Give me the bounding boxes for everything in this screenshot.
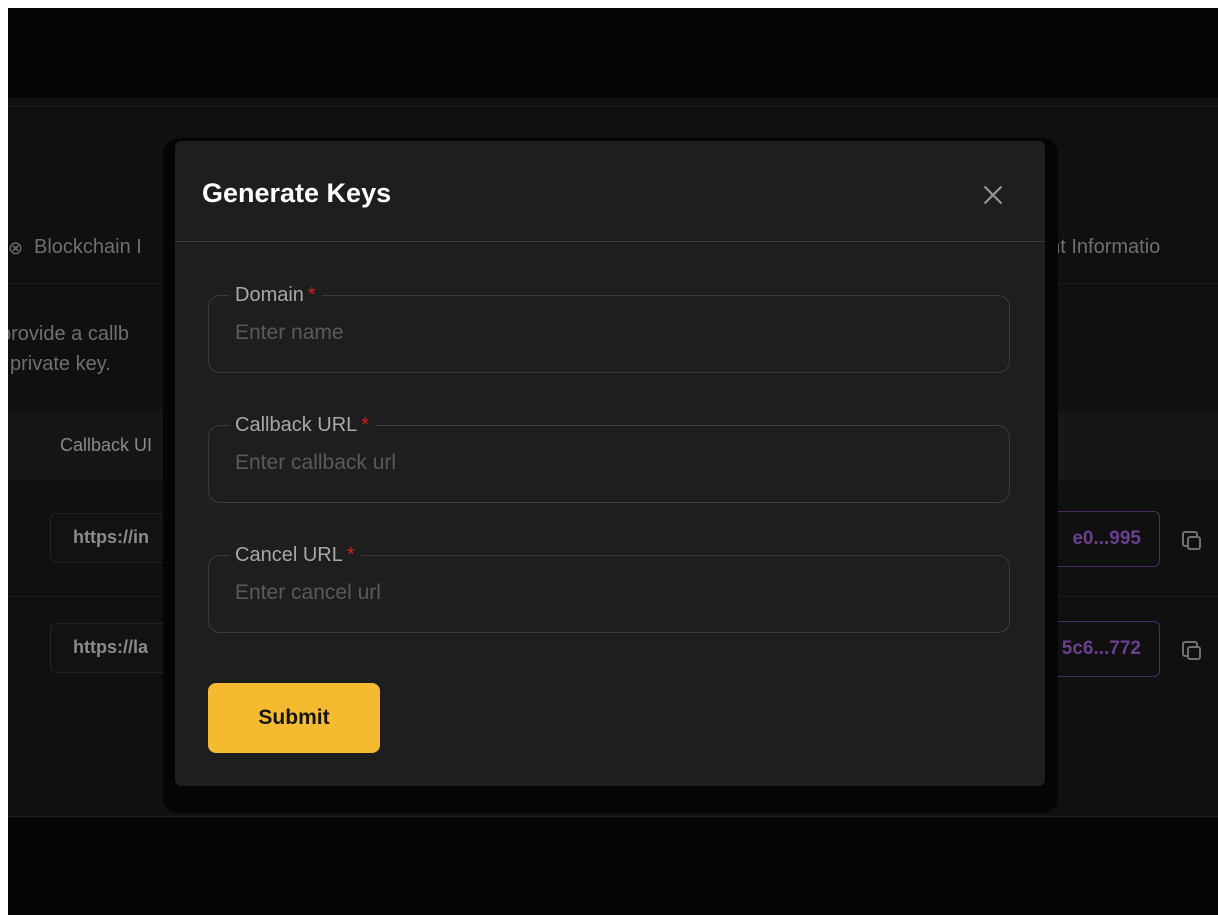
table-header-callback: Callback UI [60, 435, 153, 455]
row-url-text: https://la [73, 637, 148, 657]
copy-icon[interactable] [1182, 531, 1201, 550]
callback-url-label: Callback URL * [235, 414, 370, 436]
app-screen: ⊗ Blockchain I unt Informatio provide a … [8, 8, 1218, 915]
intro-text-line2: private key. [10, 353, 111, 375]
copy-icon[interactable] [1182, 641, 1201, 660]
intro-text-line1: provide a callb [8, 323, 129, 345]
domain-field: Domain * [208, 285, 1010, 373]
row-key-text: e0...995 [1072, 528, 1141, 549]
generate-keys-modal: Generate Keys Domain* Callback URL* Canc… [175, 141, 1045, 786]
tab-blockchain[interactable]: Blockchain I [34, 236, 142, 259]
modal-header: Generate Keys [175, 141, 1045, 241]
cancel-url-input[interactable] [235, 581, 983, 605]
blockchain-icon: ⊗ [8, 238, 24, 258]
modal-title: Generate Keys [202, 178, 392, 208]
callback-url-input[interactable] [235, 451, 983, 475]
modal-divider [175, 241, 1045, 242]
callback-url-field: Callback URL * [208, 415, 1010, 503]
required-marker: * [361, 414, 370, 436]
domain-input[interactable] [235, 321, 983, 345]
background-divider [8, 106, 1218, 107]
row-url-text: https://in [73, 527, 149, 547]
close-icon[interactable] [979, 181, 1007, 209]
submit-button[interactable]: Submit [208, 683, 380, 753]
row-key-text: 5c6...772 [1061, 638, 1141, 659]
required-marker: * [307, 284, 316, 306]
table-row-divider [8, 816, 1218, 817]
required-marker: * [346, 544, 355, 566]
cancel-url-label: Cancel URL * [235, 544, 355, 566]
domain-label: Domain * [235, 284, 316, 306]
cancel-url-field: Cancel URL * [208, 545, 1010, 633]
